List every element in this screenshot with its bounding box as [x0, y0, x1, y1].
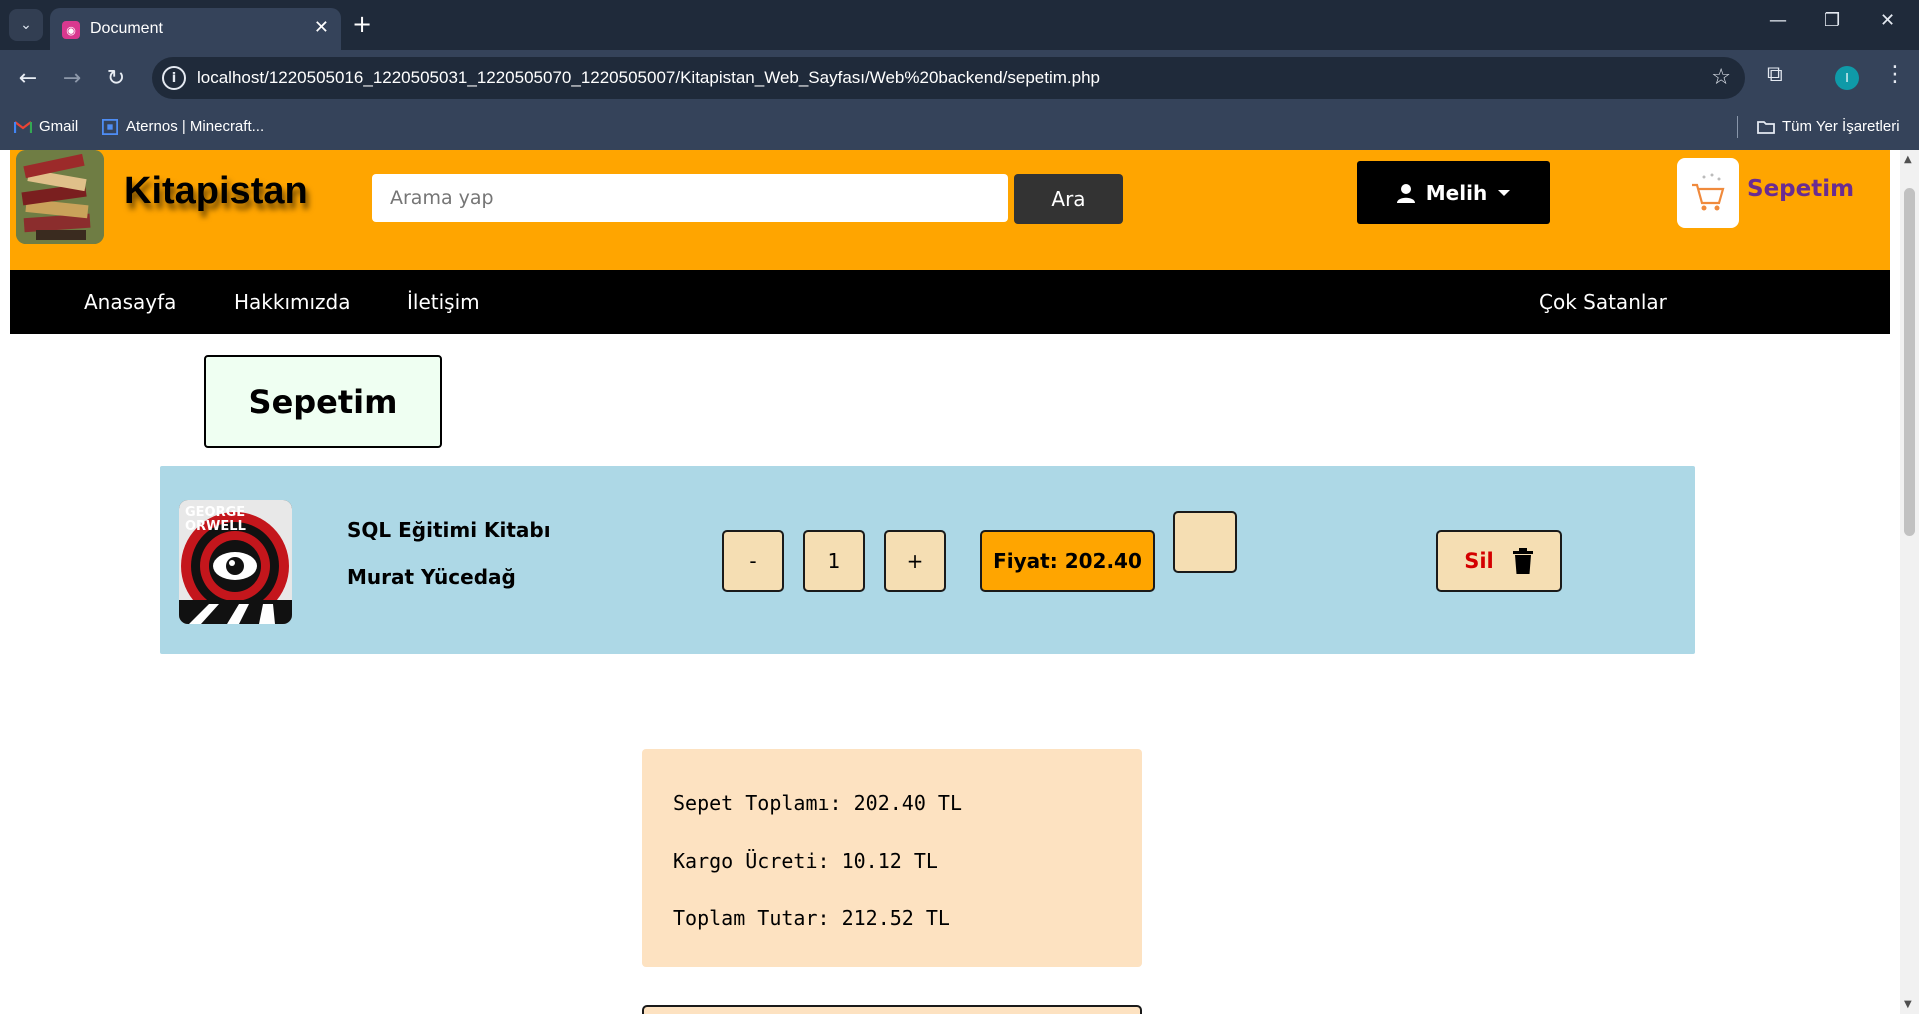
minimize-icon[interactable]: — — [1769, 10, 1787, 31]
tab-close-icon[interactable]: ✕ — [314, 17, 329, 38]
nav-item-anasayfa[interactable]: Anasayfa — [84, 290, 176, 314]
bookmark-star-icon[interactable]: ☆ — [1711, 65, 1731, 90]
browser-menu-icon[interactable]: ⋮ — [1884, 62, 1906, 87]
scroll-up-icon[interactable]: ▲ — [1904, 154, 1912, 165]
bookmarks-divider — [1737, 116, 1738, 138]
site-name[interactable]: Kitapistan — [124, 170, 308, 213]
scrollbar-thumb[interactable] — [1904, 188, 1915, 536]
scroll-down-icon[interactable]: ▼ — [1904, 999, 1912, 1010]
bookmark-label: Gmail — [39, 118, 79, 135]
bookmark-gmail[interactable]: Gmail — [14, 118, 78, 135]
restore-icon[interactable]: ❐ — [1824, 10, 1840, 31]
nav-item-iletisim[interactable]: İletişim — [407, 290, 480, 314]
site-logo[interactable] — [16, 150, 104, 244]
page-viewport: Kitapistan Ara Melih Sepetim — [0, 150, 1900, 1014]
book-cover-image[interactable]: GEORGE ORWELL — [179, 500, 292, 624]
main-nav: Anasayfa Hakkımızda İletişim Çok Satanla… — [10, 270, 1890, 334]
delete-item-button[interactable]: Sil — [1436, 530, 1562, 592]
address-bar[interactable]: i localhost/1220505016_1220505031_122050… — [152, 57, 1745, 99]
cart-icon-button[interactable] — [1677, 158, 1739, 228]
checkout-button[interactable] — [642, 1005, 1142, 1014]
forward-icon[interactable]: → — [56, 62, 88, 94]
page-title: Sepetim — [204, 355, 442, 448]
book-name: SQL Eğitimi Kitabı — [347, 518, 551, 542]
window-close-icon[interactable]: ✕ — [1880, 10, 1895, 31]
subtotal-text: Sepet Toplamı: 202.40 TL — [673, 791, 962, 815]
site-info-icon[interactable]: i — [162, 66, 186, 90]
browser-tab-active[interactable]: ◉ Document ✕ — [50, 8, 341, 50]
browser-tab-bar: ⌄ ◉ Document ✕ + — ❐ ✕ — [0, 0, 1919, 50]
book-author: Murat Yücedağ — [347, 565, 516, 589]
empty-action-box[interactable] — [1173, 511, 1237, 573]
new-tab-icon[interactable]: + — [352, 10, 372, 38]
profile-avatar[interactable]: I — [1835, 66, 1859, 90]
search-input[interactable] — [372, 174, 1008, 222]
search-button[interactable]: Ara — [1014, 174, 1123, 224]
increase-quantity-button[interactable]: + — [884, 530, 946, 592]
user-name: Melih — [1425, 180, 1488, 205]
back-icon[interactable]: ← — [12, 62, 44, 94]
delete-label: Sil — [1464, 549, 1494, 573]
user-menu-button[interactable]: Melih — [1357, 161, 1550, 224]
all-bookmarks[interactable]: Tüm Yer İşaretleri — [1757, 118, 1900, 135]
all-bookmarks-label: Tüm Yer İşaretleri — [1782, 118, 1900, 135]
trash-icon — [1512, 548, 1533, 574]
price-label: Fiyat: 202.40 — [980, 530, 1155, 592]
site-header: Kitapistan Ara Melih Sepetim — [10, 150, 1890, 270]
cover-author-last: ORWELL — [185, 519, 246, 534]
reload-icon[interactable]: ↻ — [100, 62, 132, 94]
order-summary: Sepet Toplamı: 202.40 TL Kargo Ücreti: 1… — [642, 749, 1142, 967]
decrease-quantity-button[interactable]: - — [722, 530, 784, 592]
browser-toolbar: ← → ↻ i localhost/1220505016_1220505031_… — [0, 50, 1919, 106]
cart-link[interactable]: Sepetim — [1747, 176, 1854, 202]
quantity-value: 1 — [803, 530, 865, 592]
user-icon — [1396, 183, 1415, 203]
gmail-icon — [14, 120, 32, 133]
nav-item-hakkimizda[interactable]: Hakkımızda — [234, 290, 351, 314]
tab-title: Document — [90, 20, 163, 37]
extensions-icon[interactable]: ⧉ — [1767, 62, 1783, 87]
caret-down-icon — [1498, 189, 1511, 196]
folder-icon — [1757, 120, 1775, 134]
bookmark-aternos[interactable]: Aternos | Minecraft... — [101, 118, 264, 135]
cover-author-first: GEORGE — [185, 505, 245, 520]
shipping-text: Kargo Ücreti: 10.12 TL — [673, 849, 938, 873]
url-text[interactable]: localhost/1220505016_1220505031_12205050… — [197, 68, 1100, 88]
cart-item-row: GEORGE ORWELL SQL Eğitimi Kitabı Murat Y… — [160, 466, 1695, 654]
total-text: Toplam Tutar: 212.52 TL — [673, 906, 950, 930]
book-cover-art: GEORGE ORWELL — [179, 500, 292, 624]
shopping-cart-icon — [1692, 173, 1725, 211]
nav-item-cok-satanlar[interactable]: Çok Satanlar — [1539, 290, 1667, 314]
books-logo-icon — [16, 150, 104, 244]
bookmarks-bar: Gmail Aternos | Minecraft... Tüm Yer İşa… — [0, 106, 1919, 150]
aternos-icon — [102, 118, 118, 135]
page-scrollbar[interactable]: ▲ ▼ — [1900, 150, 1919, 1014]
tab-list-button[interactable]: ⌄ — [9, 9, 43, 41]
tab-favicon-icon: ◉ — [62, 21, 80, 39]
bookmark-label: Aternos | Minecraft... — [126, 118, 265, 135]
